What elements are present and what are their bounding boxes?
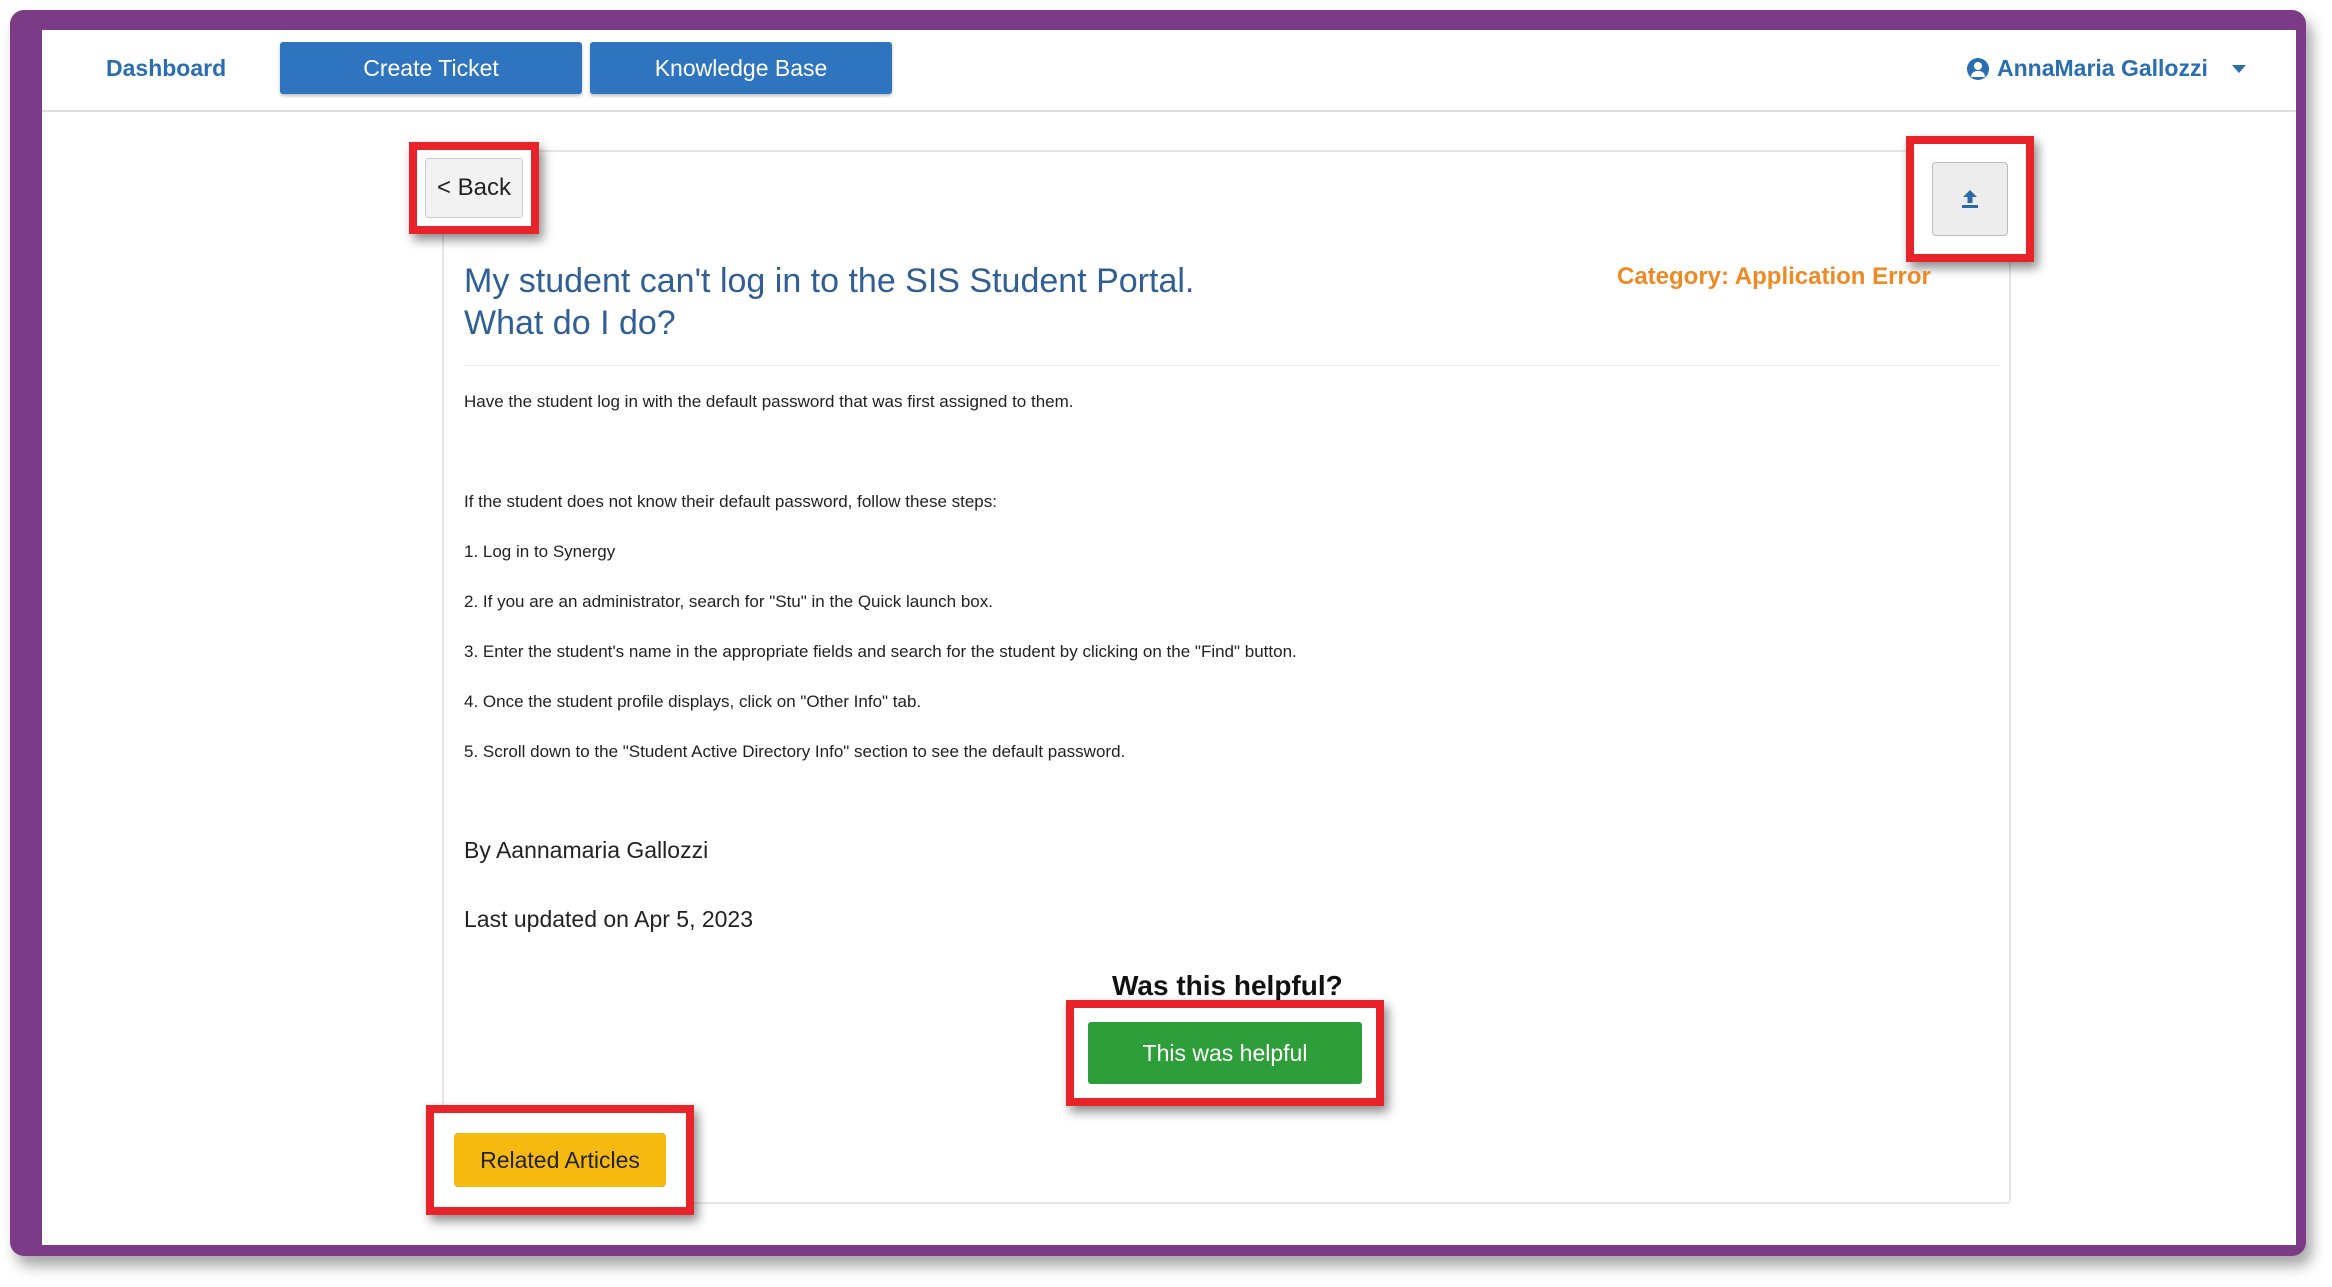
steps-intro: If the student does not know their defau… <box>464 492 997 511</box>
app-window: Dashboard Create Ticket Knowledge Base A… <box>42 30 2296 1245</box>
article-category: Category: Application Error <box>1617 263 1931 290</box>
step-item: 1. Log in to Synergy <box>464 542 616 561</box>
helpful-highlight: This was helpful <box>1066 1000 1384 1106</box>
title-divider <box>464 365 1999 366</box>
knowledge-base-button[interactable]: Knowledge Base <box>590 42 892 94</box>
chevron-down-icon <box>2231 64 2246 73</box>
related-articles-button[interactable]: Related Articles <box>454 1133 666 1187</box>
step-item: 3. Enter the student's name in the appro… <box>464 642 1297 661</box>
export-button[interactable] <box>1932 162 2008 236</box>
top-navbar: Dashboard Create Ticket Knowledge Base A… <box>42 30 2296 112</box>
related-highlight: Related Articles <box>426 1105 694 1215</box>
helpful-question: Was this helpful? <box>1112 970 1343 1001</box>
back-button[interactable]: < Back <box>425 158 523 218</box>
article-title: My student can't log in to the SIS Stude… <box>464 260 1224 344</box>
export-highlight <box>1906 136 2034 262</box>
upload-icon <box>1962 190 1978 208</box>
step-item: 2. If you are an administrator, search f… <box>464 592 993 611</box>
screenshot-frame: Dashboard Create Ticket Knowledge Base A… <box>10 10 2306 1256</box>
nav-dashboard-link[interactable]: Dashboard <box>106 55 226 82</box>
helpful-button[interactable]: This was helpful <box>1088 1022 1362 1084</box>
step-item: 4. Once the student profile displays, cl… <box>464 692 922 711</box>
article-intro: Have the student log in with the default… <box>464 392 1074 411</box>
article-title-line1: My student can't log in to the SIS Stude… <box>464 262 1195 300</box>
create-ticket-button[interactable]: Create Ticket <box>280 42 582 94</box>
user-name: AnnaMaria Gallozzi <box>1997 55 2208 81</box>
user-menu[interactable]: AnnaMaria Gallozzi <box>1967 55 2246 82</box>
user-circle-icon <box>1967 57 1989 80</box>
article-updated: Last updated on Apr 5, 2023 <box>464 906 754 932</box>
back-highlight: < Back <box>409 142 539 234</box>
article-title-line2: What do I do? <box>464 304 676 342</box>
article-author: By Aannamaria Gallozzi <box>464 837 709 863</box>
step-item: 5. Scroll down to the "Student Active Di… <box>464 742 1126 761</box>
